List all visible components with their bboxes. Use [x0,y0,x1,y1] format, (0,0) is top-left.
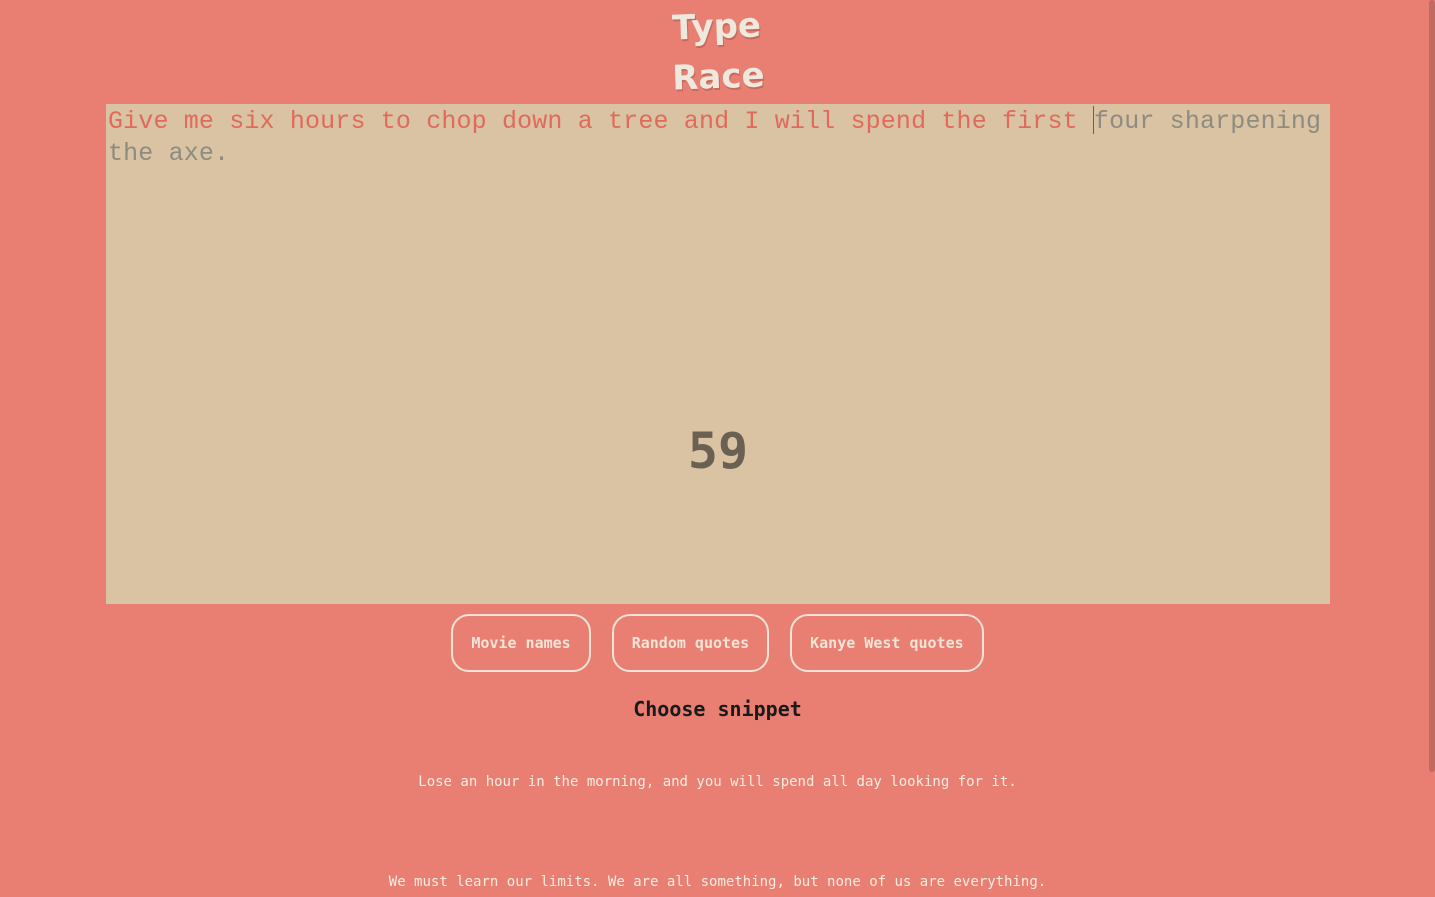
scrollbar[interactable] [1429,0,1435,772]
snippet-option[interactable]: Lose an hour in the morning, and you wil… [0,774,1435,790]
random-quotes-button[interactable]: Random quotes [611,614,770,672]
snippet-option[interactable]: We must learn our limits. We are all som… [0,874,1435,890]
choose-snippet-heading: Choose snippet [633,697,802,721]
countdown-timer: 59 [687,422,749,480]
movie-names-button[interactable]: Movie names [451,614,591,672]
typed-text: Give me six hours to chop down a tree an… [108,107,1093,136]
kanye-west-quotes-button[interactable]: Kanye West quotes [790,614,984,672]
typing-area[interactable]: Give me six hours to chop down a tree an… [106,104,1330,604]
snippet-text: Give me six hours to chop down a tree an… [108,106,1322,170]
category-buttons: Movie names Random quotes Kanye West quo… [0,614,1435,672]
